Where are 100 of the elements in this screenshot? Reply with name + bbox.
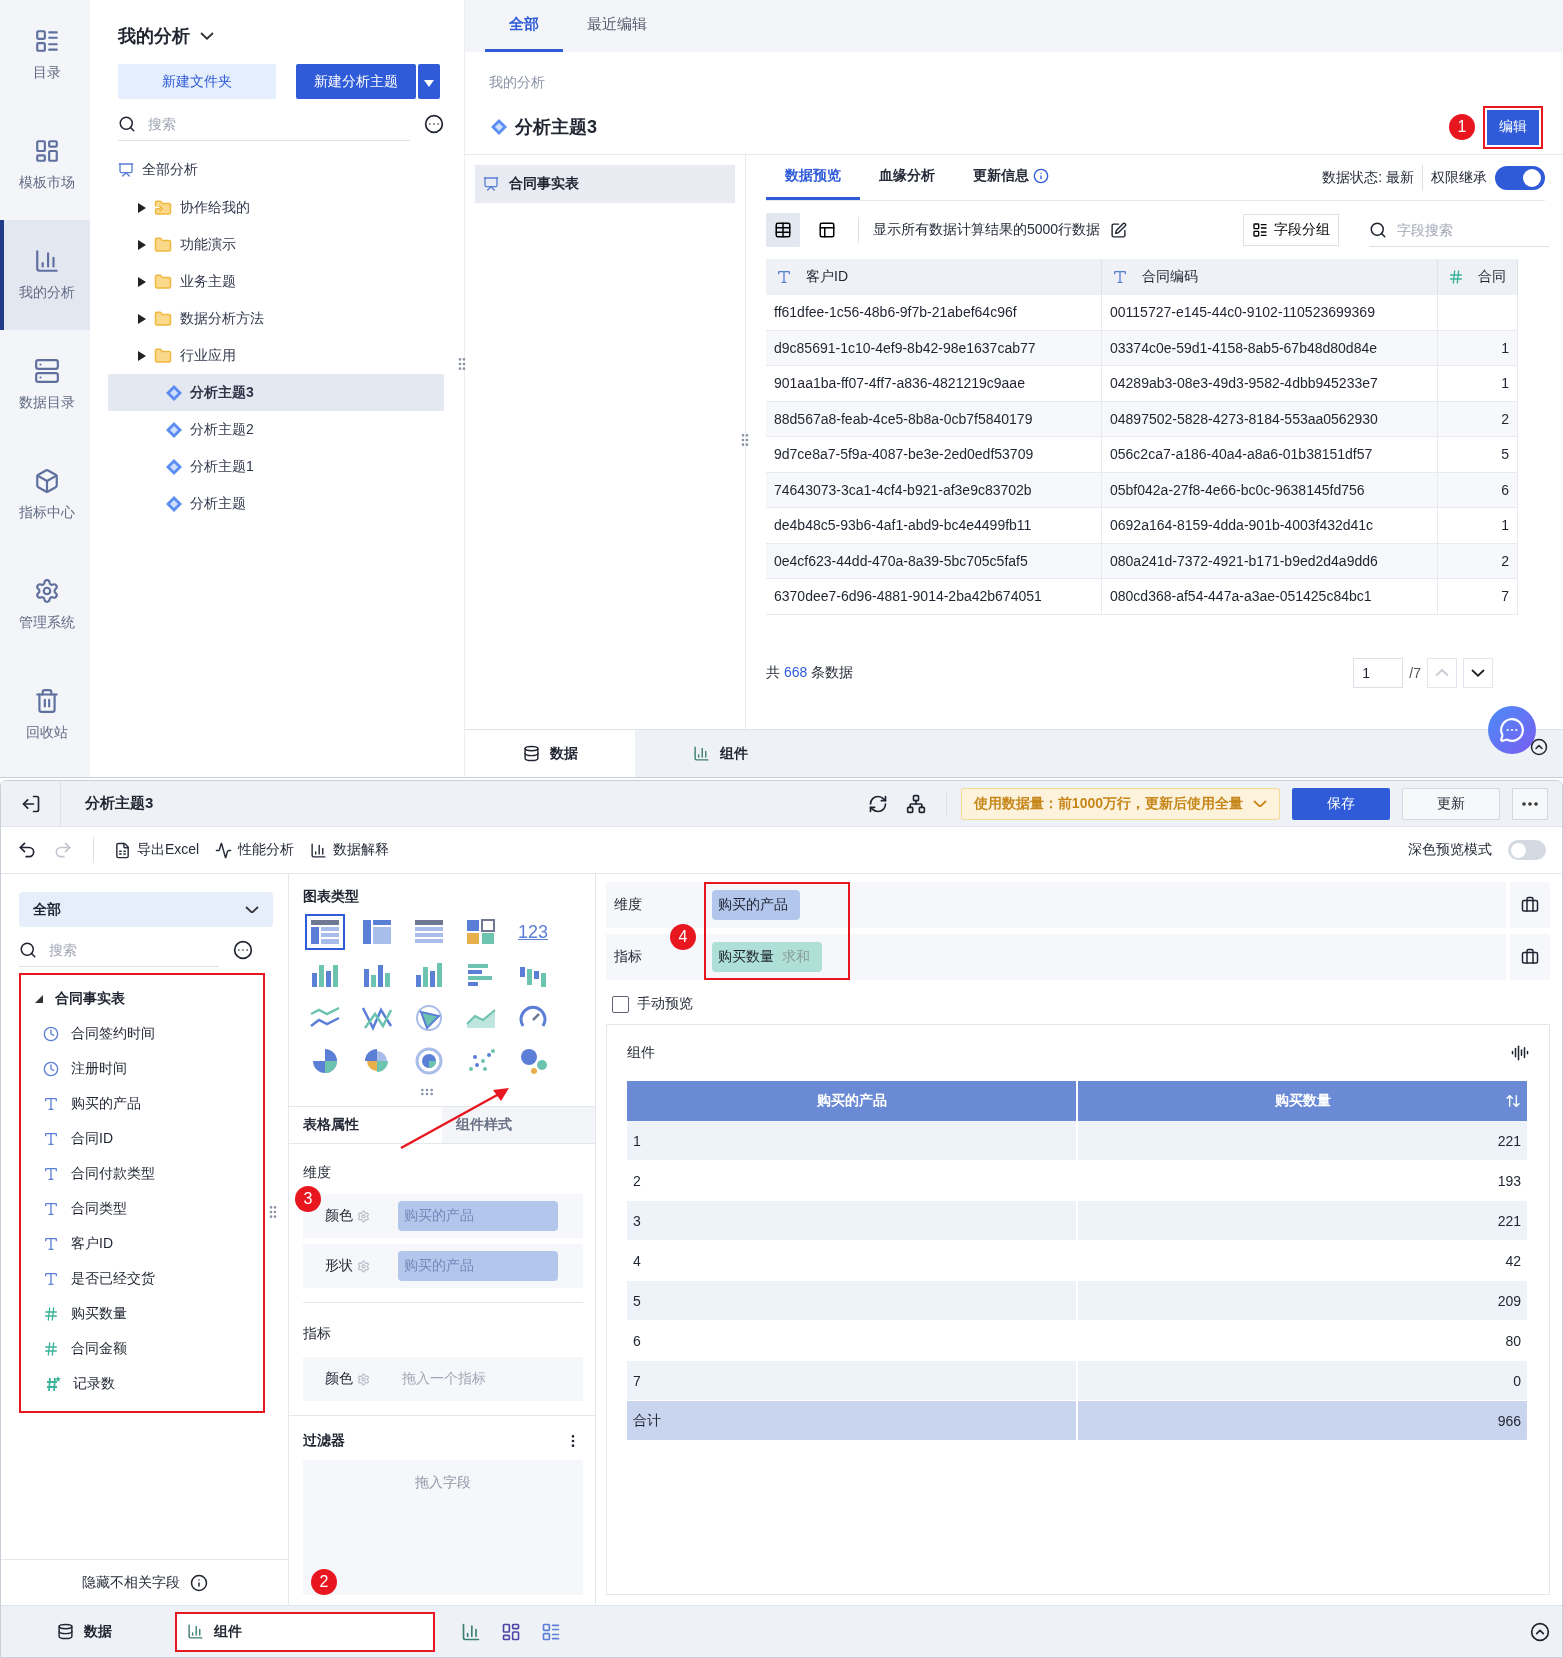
tree-item[interactable]: 分析主题1 (108, 448, 444, 485)
grid-view-button[interactable] (766, 213, 800, 247)
save-button[interactable]: 保存 (1292, 787, 1390, 820)
diamond-icon (166, 458, 182, 475)
clear-shelf-icon[interactable] (1521, 948, 1539, 966)
info-icon[interactable] (189, 1573, 208, 1592)
tree-item[interactable]: 全部分析 (108, 151, 444, 189)
undo-icon[interactable] (17, 840, 37, 860)
caret-down-icon (424, 79, 434, 87)
bottom-tab[interactable]: 组件 (177, 1613, 433, 1650)
tree-item[interactable]: 数据分析方法 (108, 300, 444, 337)
update-button[interactable]: 更新 (1402, 787, 1500, 820)
clock-icon (43, 1025, 59, 1042)
clear-shelf-icon[interactable] (1521, 896, 1539, 914)
chart-type-button[interactable] (305, 914, 345, 950)
tab[interactable]: 最近编辑 (563, 0, 671, 52)
tab[interactable]: 更新信息 (954, 155, 1068, 200)
tree-item[interactable]: 分析主题3 (108, 374, 444, 411)
field-group[interactable]: 合同事实表 (31, 981, 263, 1016)
field-item[interactable]: 注册时间 (31, 1051, 263, 1086)
field-item[interactable]: 合同金额 (31, 1331, 263, 1366)
field-group-button[interactable]: 字段分组 (1243, 214, 1339, 246)
table-cell: 74643073-3ca1-4cf4-b921-af3e9c83702b (766, 472, 1102, 508)
dropdown-button[interactable] (418, 64, 440, 99)
tree-item[interactable]: 行业应用 (108, 337, 444, 374)
field-search[interactable]: 字段搜索 (1395, 220, 1535, 239)
refresh-icon[interactable] (867, 793, 888, 814)
collapse-icon[interactable] (1530, 1621, 1550, 1642)
collapse-icon[interactable] (1530, 738, 1548, 756)
panel-title: 我的分析 (118, 25, 190, 48)
nav-item[interactable]: 管理系统 (0, 550, 90, 660)
more-icon[interactable] (424, 114, 444, 134)
add-chart-button[interactable] (461, 1621, 481, 1642)
caret-icon (138, 239, 146, 250)
bottom-tab[interactable]: 数据 (465, 730, 635, 777)
nav-item[interactable]: 数据目录 (0, 330, 90, 440)
tree-item[interactable]: 分析主题 (108, 485, 444, 522)
tab[interactable]: 全部 (485, 0, 563, 52)
bottom-tab[interactable]: 数据 (1, 1606, 175, 1657)
chevron-down-icon (245, 905, 259, 914)
tree-item[interactable]: 协作给我的 (108, 189, 444, 226)
bar-chart-icon (413, 961, 445, 989)
table-list-item[interactable]: 合同事实表 (475, 165, 735, 203)
search-field[interactable]: 搜索 (146, 114, 386, 133)
chart-type-button[interactable]: 123 (513, 914, 553, 950)
encoding-slot[interactable]: 颜色 拖入一个指标 (303, 1357, 583, 1401)
nav-item[interactable]: 我的分析 (0, 220, 90, 330)
lineage-icon[interactable] (905, 793, 926, 814)
field-filter-dropdown[interactable]: 全部 (19, 892, 273, 927)
tree-item[interactable]: 功能演示 (108, 226, 444, 263)
new-folder-button[interactable]: 新建文件夹 (118, 64, 276, 99)
tab[interactable]: 血缘分析 (860, 155, 954, 200)
nav-item[interactable]: 指标中心 (0, 440, 90, 550)
add-table-button[interactable] (501, 1621, 521, 1642)
toolbar-button[interactable]: 导出Excel (114, 841, 200, 859)
field-item[interactable]: 记录数 (31, 1366, 263, 1401)
more-button[interactable] (1512, 787, 1548, 820)
chevron-up-icon (1435, 669, 1449, 677)
page-input[interactable]: 1 (1353, 658, 1404, 688)
edit-button[interactable]: 编辑 (1487, 109, 1539, 145)
tree-item[interactable]: 业务主题 (108, 263, 444, 300)
waveform-icon[interactable] (1511, 1044, 1529, 1062)
dark-mode-toggle[interactable] (1508, 840, 1546, 860)
nav-item[interactable]: 目录 (0, 0, 90, 110)
diamond-icon (491, 119, 507, 135)
bottom-tab[interactable]: 组件 (635, 730, 805, 777)
tree-item[interactable]: 分析主题2 (108, 411, 444, 448)
field-item[interactable]: 合同类型 (31, 1191, 263, 1226)
add-report-button[interactable] (541, 1621, 561, 1642)
bar-chart-icon (310, 841, 328, 859)
shelf[interactable]: 维度 购买的产品 (606, 882, 1506, 928)
checkbox[interactable] (612, 995, 629, 1013)
nav-item[interactable]: 回收站 (0, 660, 90, 770)
toolbar-button[interactable]: 数据解释 (310, 841, 390, 859)
exit-icon[interactable] (20, 793, 41, 814)
chat-assistant-button[interactable] (1488, 706, 1536, 754)
field-item[interactable]: 客户ID (31, 1226, 263, 1261)
edit-icon[interactable] (1110, 221, 1128, 239)
field-item[interactable]: 购买数量 (31, 1296, 263, 1331)
search-icon (19, 940, 37, 959)
permission-toggle[interactable] (1495, 165, 1545, 190)
encoding-slot[interactable]: 形状 购买的产品 (303, 1244, 583, 1288)
nav-item[interactable]: 模板市场 (0, 110, 90, 220)
tab[interactable]: 组件样式 (442, 1107, 595, 1143)
tab[interactable]: 数据预览 (766, 155, 860, 200)
field-item[interactable]: 合同签约时间 (31, 1016, 263, 1051)
box-icon (34, 468, 60, 494)
field-item[interactable]: 合同付款类型 (31, 1156, 263, 1191)
search-field[interactable]: 搜索 (47, 940, 197, 959)
sort-icon[interactable] (1505, 1093, 1521, 1109)
new-subject-button[interactable]: 新建分析主题 (296, 64, 416, 99)
more-icon[interactable] (233, 940, 253, 960)
server-icon (34, 358, 60, 384)
field-item[interactable]: 购买的产品 (31, 1086, 263, 1121)
field-item[interactable]: 是否已经交货 (31, 1261, 263, 1296)
toolbar-button[interactable]: 性能分析 (215, 841, 295, 859)
next-page-button[interactable] (1463, 658, 1493, 688)
field-item[interactable]: 合同ID (31, 1121, 263, 1156)
table-cell: 209 (1078, 1281, 1529, 1321)
chevron-down-icon (1253, 799, 1267, 808)
